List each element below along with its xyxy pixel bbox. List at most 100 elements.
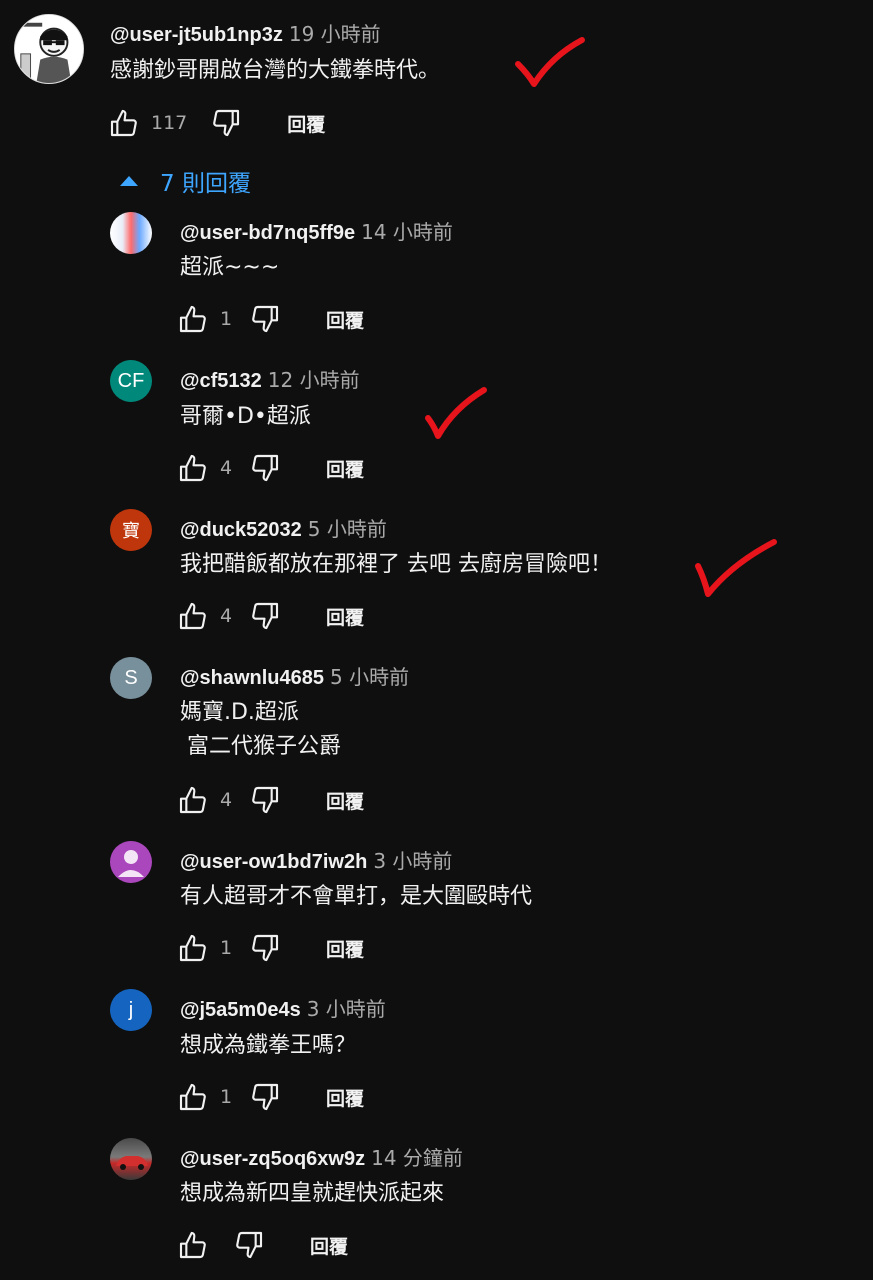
- author-handle[interactable]: @shawnlu4685: [180, 667, 324, 689]
- reply-button[interactable]: 回覆: [326, 306, 364, 333]
- like-button[interactable]: [176, 302, 210, 336]
- dislike-button[interactable]: [248, 599, 282, 633]
- like-count: 1: [220, 937, 233, 959]
- reply-text: 想成為鐵拳王嗎？: [180, 1033, 357, 1058]
- reply-button[interactable]: 回覆: [310, 1232, 348, 1259]
- reply-button[interactable]: 回覆: [326, 935, 364, 962]
- like-count: 4: [220, 789, 233, 811]
- red-checkmark-icon: [695, 539, 777, 597]
- thumbs-up-icon: [179, 786, 206, 814]
- thumbs-up-icon: [179, 1231, 206, 1259]
- like-button[interactable]: [176, 1080, 210, 1114]
- avatar[interactable]: [14, 14, 84, 84]
- reply-time[interactable]: 12 小時前: [268, 368, 360, 392]
- thumbs-down-icon: [252, 602, 279, 630]
- dislike-button[interactable]: [248, 783, 282, 817]
- like-button[interactable]: [176, 931, 210, 965]
- reply-author[interactable]: @j5a5m0e4s 3 小時前: [180, 993, 386, 1022]
- reply-text: 超派~~~: [180, 255, 280, 280]
- avatar-letter: S: [124, 666, 138, 689]
- avatar-letter: CF: [117, 369, 145, 392]
- car-photo-icon: [116, 1156, 148, 1170]
- like-count: 1: [220, 1086, 233, 1108]
- thumbs-up-icon: [179, 934, 206, 962]
- author-handle[interactable]: @duck52032: [180, 519, 302, 541]
- avatar-letter: 寶: [122, 521, 140, 541]
- reply-author[interactable]: @user-ow1bd7iw2h 3 小時前: [180, 845, 452, 874]
- author-handle[interactable]: @user-ow1bd7iw2h: [180, 851, 367, 873]
- reply-time[interactable]: 5 小時前: [308, 517, 387, 541]
- thumbs-down-icon: [252, 1083, 279, 1111]
- comment-text: 感謝鈔哥開啟台灣的大鐵拳時代。: [110, 58, 441, 83]
- reply-time[interactable]: 5 小時前: [330, 665, 409, 689]
- default-user-icon: [118, 850, 144, 877]
- reply-time[interactable]: 3 小時前: [373, 849, 452, 873]
- thumbs-down-icon: [213, 109, 240, 137]
- reply-actions: 1 回覆: [176, 301, 364, 337]
- replies-count-label: 7 則回覆: [160, 171, 251, 197]
- reply-text: 哥爾•D•超派: [180, 404, 311, 429]
- like-button[interactable]: [176, 599, 210, 633]
- reply-time[interactable]: 14 分鐘前: [371, 1146, 463, 1170]
- reply-button[interactable]: 回覆: [326, 603, 364, 630]
- replies-toggle[interactable]: 7 則回覆: [120, 164, 251, 198]
- reply-actions: 4 回覆: [176, 782, 364, 818]
- reply-author[interactable]: @duck52032 5 小時前: [180, 513, 387, 542]
- comment-time[interactable]: 19 小時前: [289, 22, 381, 46]
- avatar[interactable]: 寶: [110, 509, 152, 551]
- thumbs-down-icon: [252, 934, 279, 962]
- comment-author[interactable]: @user-jt5ub1np3z 19 小時前: [110, 18, 381, 47]
- like-button[interactable]: [176, 1228, 210, 1262]
- reply-author[interactable]: @user-bd7nq5ff9e 14 小時前: [180, 216, 453, 245]
- caret-up-icon: [120, 176, 138, 186]
- dislike-button[interactable]: [248, 1080, 282, 1114]
- dislike-button[interactable]: [209, 106, 243, 140]
- reply-button[interactable]: 回覆: [326, 787, 364, 814]
- author-handle[interactable]: @j5a5m0e4s: [180, 999, 301, 1021]
- thumbs-down-icon: [236, 1231, 263, 1259]
- like-count: 1: [220, 308, 233, 330]
- comment-actions: 117 回覆: [107, 105, 325, 141]
- reply-text: 我把醋飯都放在那裡了 去吧 去廚房冒險吧！: [180, 552, 612, 577]
- like-count: 4: [220, 605, 233, 627]
- reply-button[interactable]: 回覆: [287, 110, 325, 137]
- like-button[interactable]: [176, 783, 210, 817]
- thumbs-up-icon: [179, 1083, 206, 1111]
- red-checkmark-icon: [425, 387, 487, 439]
- reply-text: 想成為新四皇就趕快派起來: [180, 1181, 445, 1206]
- avatar[interactable]: CF: [110, 360, 152, 402]
- dislike-button[interactable]: [248, 931, 282, 965]
- reply-actions: 1 回覆: [176, 1079, 364, 1115]
- reply-button[interactable]: 回覆: [326, 455, 364, 482]
- reply-author[interactable]: @cf5132 12 小時前: [180, 364, 360, 393]
- avatar[interactable]: [110, 1138, 152, 1180]
- reply-button[interactable]: 回覆: [326, 1084, 364, 1111]
- reply-actions: 4 回覆: [176, 598, 364, 634]
- dislike-button[interactable]: [248, 302, 282, 336]
- thumbs-up-icon: [179, 454, 206, 482]
- like-count: 117: [151, 112, 188, 134]
- thumbs-down-icon: [252, 305, 279, 333]
- reply-text: 媽寶.D.超派 富二代猴子公爵: [180, 700, 341, 759]
- author-handle[interactable]: @user-jt5ub1np3z: [110, 24, 283, 46]
- reply-time[interactable]: 14 小時前: [361, 220, 453, 244]
- thumbs-up-icon: [110, 109, 137, 137]
- dislike-button[interactable]: [248, 451, 282, 485]
- thumbs-up-icon: [179, 602, 206, 630]
- author-handle[interactable]: @cf5132: [180, 370, 262, 392]
- reply-author[interactable]: @user-zq5oq6xw9z 14 分鐘前: [180, 1142, 463, 1171]
- avatar[interactable]: S: [110, 657, 152, 699]
- reply-author[interactable]: @shawnlu4685 5 小時前: [180, 661, 409, 690]
- avatar[interactable]: [110, 212, 152, 254]
- author-handle[interactable]: @user-bd7nq5ff9e: [180, 222, 355, 244]
- avatar-letter: j: [128, 998, 134, 1021]
- cartoon-avatar-icon: [15, 15, 83, 83]
- reply-time[interactable]: 3 小時前: [307, 997, 386, 1021]
- avatar[interactable]: [110, 841, 152, 883]
- avatar[interactable]: j: [110, 989, 152, 1031]
- dislike-button[interactable]: [232, 1228, 266, 1262]
- like-button[interactable]: [176, 451, 210, 485]
- author-handle[interactable]: @user-zq5oq6xw9z: [180, 1148, 365, 1170]
- reply-actions: 回覆: [176, 1227, 348, 1263]
- like-button[interactable]: [107, 106, 141, 140]
